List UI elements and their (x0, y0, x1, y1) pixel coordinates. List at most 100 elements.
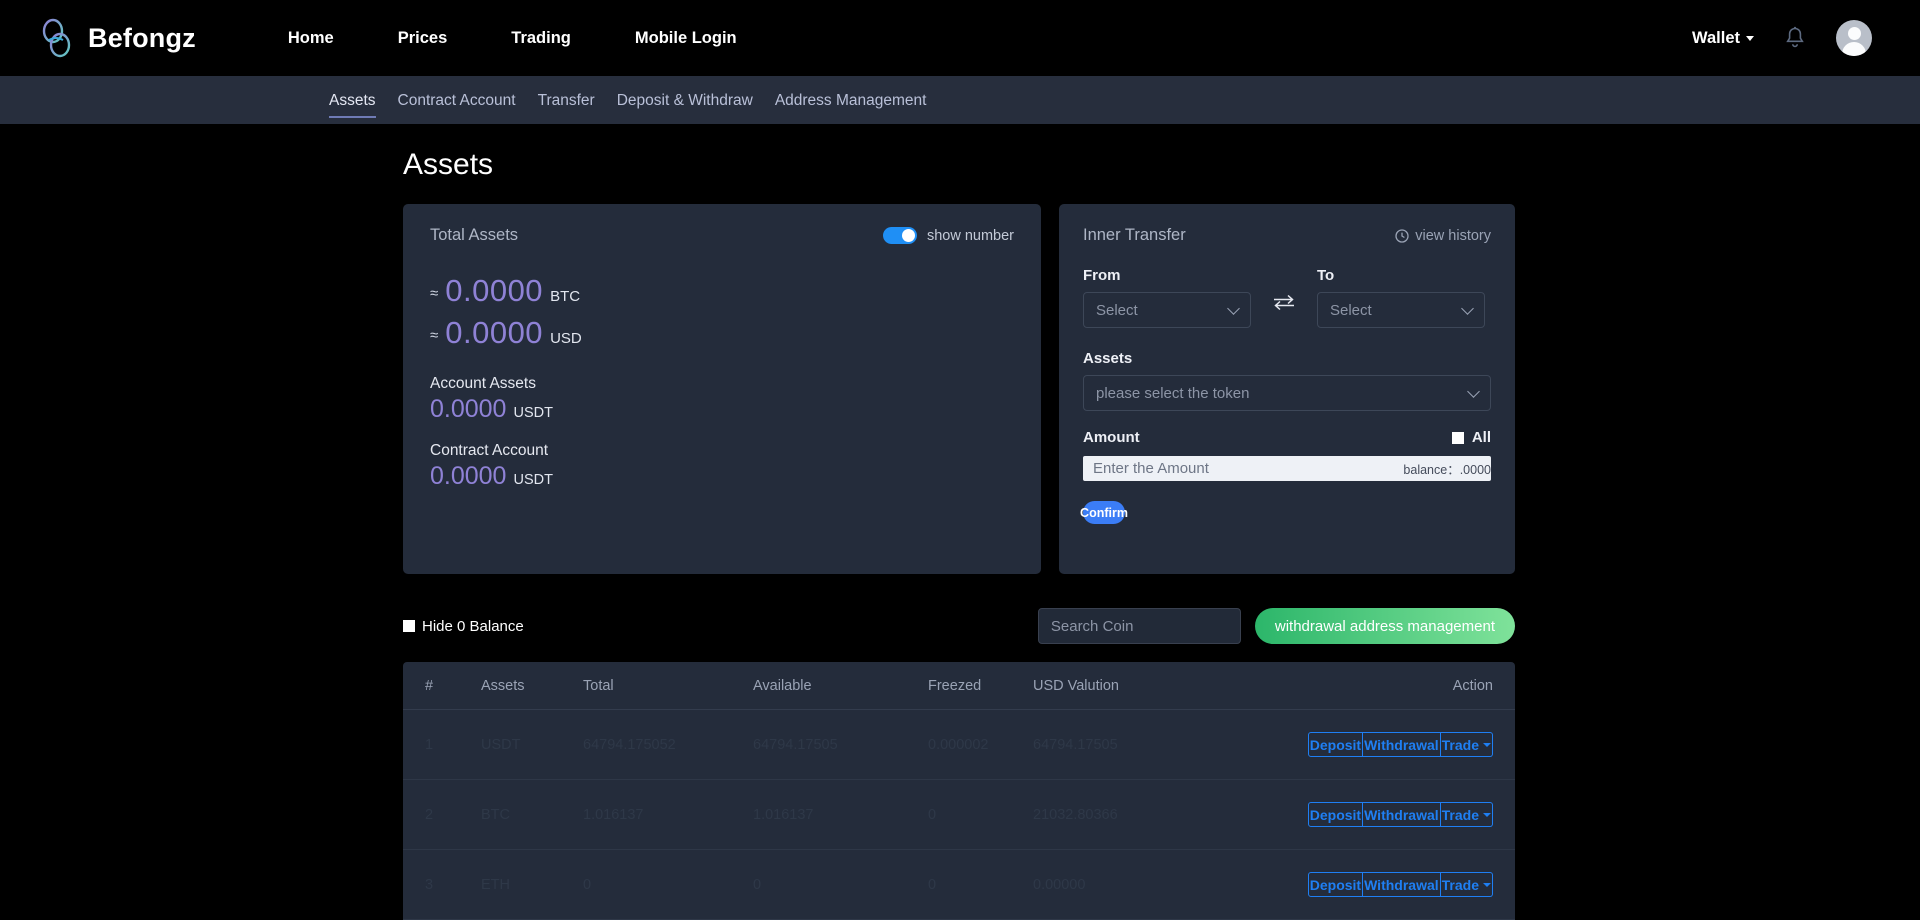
cell-action: Deposit Withdrawal Trade (1308, 732, 1493, 757)
wallet-menu-button[interactable]: Wallet (1692, 29, 1754, 48)
nav-link-home[interactable]: Home (256, 19, 366, 58)
hide-zero-balance-checkbox[interactable] (403, 620, 415, 632)
cell-asset: USDT (481, 737, 583, 753)
row-action-button-group: Deposit Withdrawal Trade (1308, 802, 1493, 827)
row-action-button-group: Deposit Withdrawal Trade (1308, 732, 1493, 757)
inner-transfer-card: Inner Transfer view history From Select (1059, 204, 1515, 574)
cell-total: 64794.175052 (583, 737, 753, 753)
col-header-assets: Assets (481, 678, 583, 694)
approx-symbol: ≈ (430, 285, 438, 302)
assets-token-select[interactable]: please select the token (1083, 375, 1491, 411)
total-usd-unit: USD (550, 330, 582, 347)
col-header-action: Action (1453, 678, 1493, 694)
cell-total: 0 (583, 877, 753, 893)
total-assets-card: Total Assets show number ≈ 0.0000 BTC ≈ … (403, 204, 1041, 574)
contract-account-unit: USDT (513, 472, 552, 488)
page-body: Assets Total Assets show number ≈ 0.0000… (0, 148, 1920, 920)
chevron-down-icon (1467, 385, 1480, 398)
total-btc-value: 0.0000 (445, 273, 543, 309)
cell-freezed: 0.000002 (928, 737, 1033, 753)
chevron-down-icon (1483, 883, 1491, 887)
from-select-value: Select (1096, 302, 1138, 319)
from-select[interactable]: Select (1083, 292, 1251, 328)
subtab-address-management[interactable]: Address Management (764, 79, 938, 122)
swap-direction-button[interactable] (1251, 293, 1317, 328)
col-header-available: Available (753, 678, 928, 694)
account-assets-label: Account Assets (430, 375, 1014, 393)
assets-table: # Assets Total Available Freezed USD Val… (403, 662, 1515, 920)
nav-right-cluster: Wallet (1692, 20, 1896, 56)
total-btc-unit: BTC (550, 288, 580, 305)
withdrawal-button[interactable]: Withdrawal (1363, 732, 1441, 757)
from-field-group: From Select (1083, 267, 1251, 328)
to-select[interactable]: Select (1317, 292, 1485, 328)
notification-bell-icon[interactable] (1784, 26, 1806, 50)
deposit-button[interactable]: Deposit (1308, 802, 1363, 827)
contract-account-row: 0.0000 USDT (430, 462, 1014, 491)
view-history-label: view history (1415, 228, 1491, 244)
table-row[interactable]: 2 BTC 1.016137 1.016137 0 21032.80366 De… (403, 780, 1515, 850)
table-row[interactable]: 1 USDT 64794.175052 64794.17505 0.000002… (403, 710, 1515, 780)
hide-zero-balance-label: Hide 0 Balance (422, 618, 524, 635)
trade-dropdown-button[interactable]: Trade (1441, 732, 1493, 757)
amount-header: Amount All (1083, 429, 1491, 446)
confirm-transfer-button[interactable]: Confirm (1083, 501, 1125, 524)
subtab-deposit-withdraw[interactable]: Deposit & Withdraw (606, 79, 764, 122)
total-usd-row: ≈ 0.0000 USD (430, 315, 1014, 351)
inner-transfer-header: Inner Transfer view history (1083, 226, 1491, 245)
deposit-button[interactable]: Deposit (1308, 872, 1363, 897)
chevron-down-icon (1461, 302, 1474, 315)
hide-zero-balance-group[interactable]: Hide 0 Balance (403, 618, 524, 635)
col-header-total: Total (583, 678, 753, 694)
cell-index: 1 (425, 737, 481, 753)
amount-balance-text: balance：.0000 (1401, 459, 1491, 478)
brand-logo[interactable]: Befongz (40, 18, 196, 58)
chevron-down-icon (1483, 743, 1491, 747)
trade-dropdown-button[interactable]: Trade (1441, 802, 1493, 827)
subtab-contract-account[interactable]: Contract Account (387, 79, 527, 122)
nav-link-mobile-login[interactable]: Mobile Login (603, 19, 769, 58)
amount-input-wrapper[interactable]: Enter the Amount balance：.0000 (1083, 456, 1491, 481)
account-assets-unit: USDT (513, 405, 552, 421)
total-assets-title: Total Assets (430, 226, 518, 245)
from-label: From (1083, 267, 1251, 284)
table-row[interactable]: 3 ETH 0 0 0 0.00000 Deposit Withdrawal T… (403, 850, 1515, 920)
show-number-toggle[interactable]: show number (883, 227, 1014, 244)
swap-arrows-icon (1271, 293, 1297, 311)
subtab-assets[interactable]: Assets (318, 79, 387, 122)
nav-link-prices[interactable]: Prices (366, 19, 480, 58)
withdrawal-button[interactable]: Withdrawal (1363, 802, 1441, 827)
assets-label: Assets (1083, 350, 1491, 367)
cell-freezed: 0 (928, 877, 1033, 893)
view-history-link[interactable]: view history (1395, 228, 1491, 244)
all-checkbox[interactable] (1452, 432, 1464, 444)
user-avatar-icon[interactable] (1836, 20, 1872, 56)
main-links: Home Prices Trading Mobile Login (256, 19, 769, 58)
withdrawal-address-management-button[interactable]: withdrawal address management (1255, 608, 1515, 644)
chevron-down-icon (1227, 302, 1240, 315)
trade-dropdown-button[interactable]: Trade (1441, 872, 1493, 897)
cell-available: 1.016137 (753, 807, 928, 823)
all-checkbox-group[interactable]: All (1452, 429, 1491, 446)
subtab-transfer[interactable]: Transfer (527, 79, 606, 122)
trade-label: Trade (1442, 737, 1479, 753)
cell-total: 1.016137 (583, 807, 753, 823)
to-select-value: Select (1330, 302, 1372, 319)
deposit-button[interactable]: Deposit (1308, 732, 1363, 757)
contract-account-label: Contract Account (430, 442, 1014, 460)
approx-symbol-usd: ≈ (430, 327, 438, 344)
col-header-freezed: Freezed (928, 678, 1033, 694)
search-coin-input[interactable] (1038, 608, 1241, 644)
to-label: To (1317, 267, 1485, 284)
assets-toolbar: Hide 0 Balance withdrawal address manage… (403, 608, 1515, 644)
amount-label: Amount (1083, 429, 1140, 446)
toggle-switch-icon[interactable] (883, 227, 917, 244)
nav-link-trading[interactable]: Trading (479, 19, 603, 58)
account-assets-value: 0.0000 (430, 395, 506, 424)
cell-available: 64794.17505 (753, 737, 928, 753)
chevron-down-icon (1746, 36, 1754, 41)
trade-label: Trade (1442, 877, 1479, 893)
brand-name: Befongz (88, 23, 196, 54)
summary-cards-row: Total Assets show number ≈ 0.0000 BTC ≈ … (403, 204, 1920, 574)
withdrawal-button[interactable]: Withdrawal (1363, 872, 1441, 897)
